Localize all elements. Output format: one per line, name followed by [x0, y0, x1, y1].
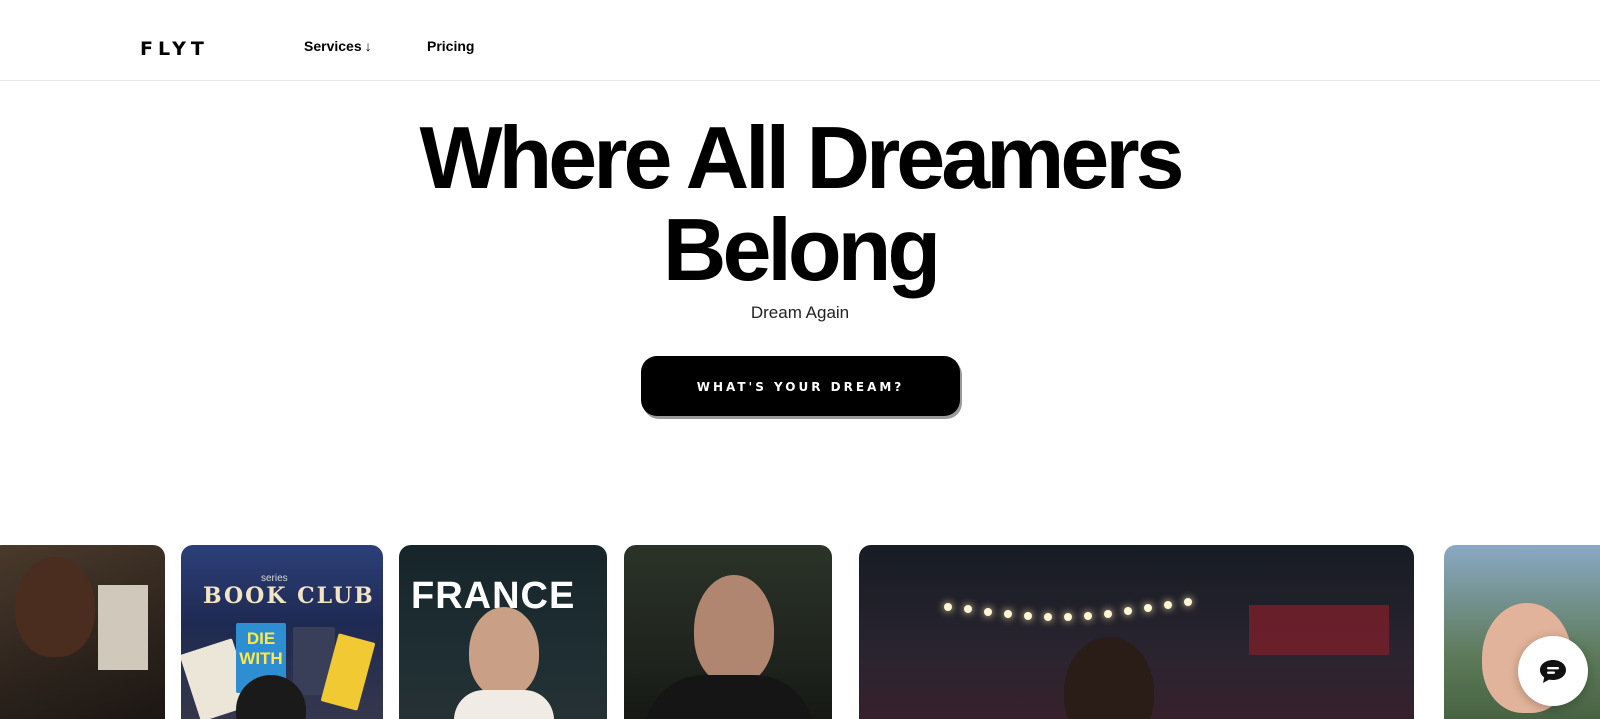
string-lights: [944, 593, 1204, 633]
nav-services[interactable]: Services ↓: [304, 37, 372, 55]
site-header: FLYT Services ↓ Pricing: [0, 0, 1600, 81]
neon-sign-thumbnail: [1249, 605, 1389, 655]
person-thumbnail: [15, 557, 95, 657]
whats-your-dream-button[interactable]: WHAT'S YOUR DREAM?: [641, 356, 960, 416]
book-club-title: BOOK CLUB: [203, 583, 375, 609]
video-card-5[interactable]: [859, 545, 1414, 719]
arrow-down-icon: ↓: [364, 38, 372, 54]
chat-button[interactable]: [1518, 636, 1588, 706]
hero-title-line-2: Belong: [662, 200, 941, 299]
apron-thumbnail: [454, 690, 554, 719]
video-card-3[interactable]: FRANCE: [399, 545, 607, 719]
video-card-2[interactable]: series BOOK CLUB DIE WITH: [181, 545, 383, 719]
poster-thumbnail: [98, 585, 148, 670]
shirt-thumbnail: [644, 675, 814, 719]
person-thumbnail: [1064, 637, 1154, 719]
person-thumbnail: [469, 607, 539, 697]
nav-pricing[interactable]: Pricing: [427, 37, 474, 55]
video-card-4[interactable]: [624, 545, 832, 719]
video-gallery: series BOOK CLUB DIE WITH FRANCE: [0, 545, 1600, 719]
hero-subtitle: Dream Again: [750, 303, 850, 322]
chat-icon: [1540, 660, 1566, 683]
person-thumbnail: [694, 575, 774, 685]
nav-services-label: Services: [304, 38, 362, 54]
hero-title: Where All Dreamers Belong: [0, 112, 1600, 296]
flyt-logo[interactable]: FLYT: [140, 38, 209, 60]
hero-title-line-1: Where All Dreamers: [419, 108, 1184, 207]
video-card-1[interactable]: [0, 545, 165, 719]
